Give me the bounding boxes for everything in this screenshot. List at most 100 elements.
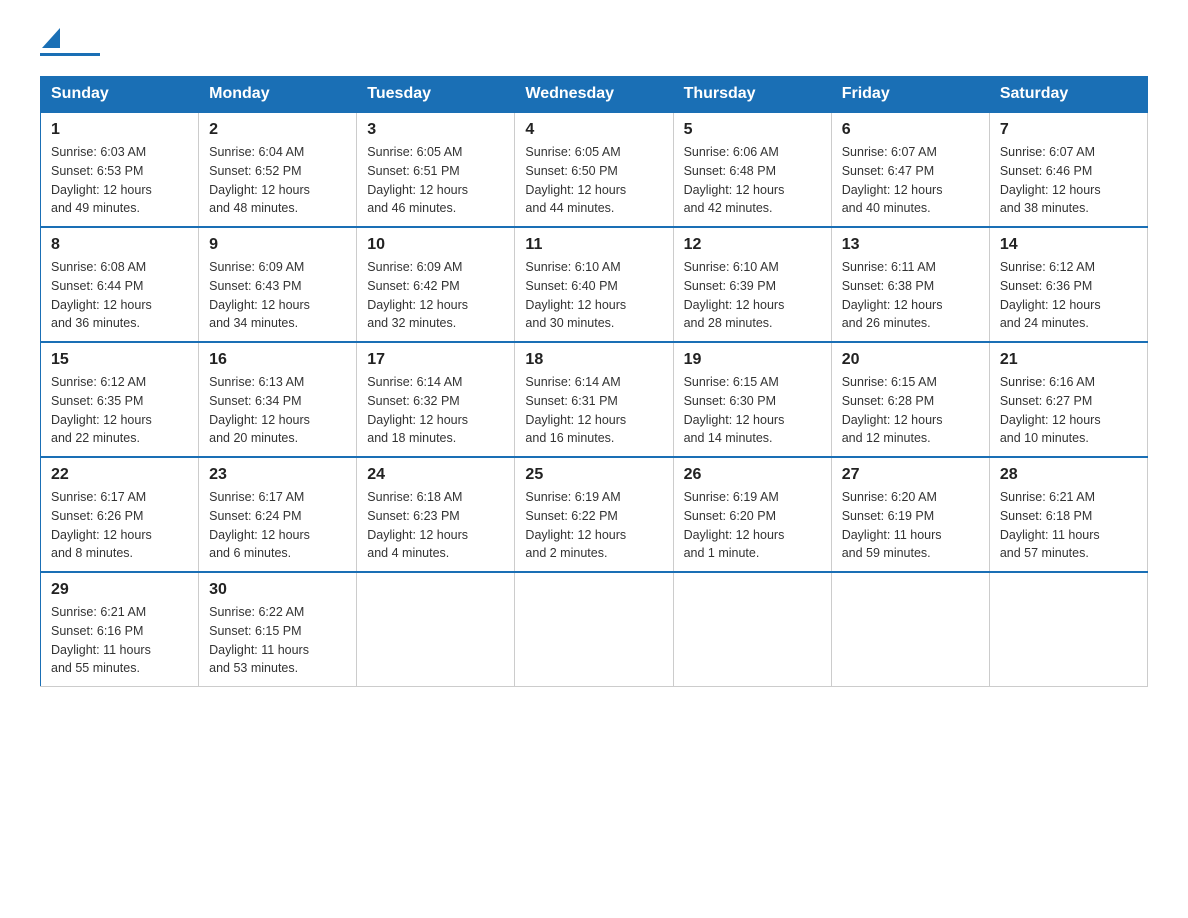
calendar-cell: 9Sunrise: 6:09 AM Sunset: 6:43 PM Daylig… <box>199 227 357 342</box>
day-number: 10 <box>367 236 504 254</box>
weekday-header-sunday: Sunday <box>41 77 199 113</box>
day-info: Sunrise: 6:22 AM Sunset: 6:15 PM Dayligh… <box>209 603 346 678</box>
day-info: Sunrise: 6:11 AM Sunset: 6:38 PM Dayligh… <box>842 258 979 333</box>
calendar-cell: 17 Sunrise: 6:14 AM Sunset: 6:32 PM Dayli… <box>357 342 515 457</box>
calendar-cell: 21 Sunrise: 6:16 AM Sunset: 6:27 PM Dayli… <box>989 342 1147 457</box>
day-info: Sunrise: 6:19 AM Sunset: 6:22 PM Dayligh… <box>525 488 662 563</box>
calendar-cell: 13Sunrise: 6:11 AM Sunset: 6:38 PM Dayli… <box>831 227 989 342</box>
calendar-cell: 23 Sunrise: 6:17 AM Sunset: 6:24 PM Dayli… <box>199 457 357 572</box>
day-info: Sunrise: 6:17 AM Sunset: 6:26 PM Dayligh… <box>51 488 188 563</box>
day-info: Sunrise: 6:09 AM Sunset: 6:42 PM Dayligh… <box>367 258 504 333</box>
day-number: 20 <box>842 351 979 369</box>
day-info: Sunrise: 6:21 AM Sunset: 6:16 PM Dayligh… <box>51 603 188 678</box>
day-info: Sunrise: 6:07 AM Sunset: 6:46 PM Dayligh… <box>1000 143 1137 218</box>
day-number: 24 <box>367 466 504 484</box>
day-number: 6 <box>842 121 979 139</box>
calendar-cell <box>673 572 831 687</box>
calendar-cell <box>357 572 515 687</box>
day-number: 15 <box>51 351 188 369</box>
weekday-header-monday: Monday <box>199 77 357 113</box>
day-number: 28 <box>1000 466 1137 484</box>
day-info: Sunrise: 6:19 AM Sunset: 6:20 PM Dayligh… <box>684 488 821 563</box>
calendar-cell: 25 Sunrise: 6:19 AM Sunset: 6:22 PM Dayli… <box>515 457 673 572</box>
weekday-header-saturday: Saturday <box>989 77 1147 113</box>
day-info: Sunrise: 6:13 AM Sunset: 6:34 PM Dayligh… <box>209 373 346 448</box>
day-number: 4 <box>525 121 662 139</box>
day-number: 17 <box>367 351 504 369</box>
day-info: Sunrise: 6:14 AM Sunset: 6:32 PM Dayligh… <box>367 373 504 448</box>
calendar-cell: 18 Sunrise: 6:14 AM Sunset: 6:31 PM Dayli… <box>515 342 673 457</box>
day-info: Sunrise: 6:16 AM Sunset: 6:27 PM Dayligh… <box>1000 373 1137 448</box>
calendar-cell <box>989 572 1147 687</box>
day-info: Sunrise: 6:06 AM Sunset: 6:48 PM Dayligh… <box>684 143 821 218</box>
day-number: 19 <box>684 351 821 369</box>
day-number: 22 <box>51 466 188 484</box>
calendar-cell: 1 Sunrise: 6:03 AM Sunset: 6:53 PM Daylig… <box>41 112 199 227</box>
day-number: 5 <box>684 121 821 139</box>
calendar-cell: 3 Sunrise: 6:05 AM Sunset: 6:51 PM Daylig… <box>357 112 515 227</box>
calendar-cell <box>831 572 989 687</box>
calendar-cell: 11 Sunrise: 6:10 AM Sunset: 6:40 PM Dayli… <box>515 227 673 342</box>
day-number: 18 <box>525 351 662 369</box>
day-info: Sunrise: 6:03 AM Sunset: 6:53 PM Dayligh… <box>51 143 188 218</box>
calendar-cell: 27 Sunrise: 6:20 AM Sunset: 6:19 PM Dayli… <box>831 457 989 572</box>
weekday-header-row: SundayMondayTuesdayWednesdayThursdayFrid… <box>41 77 1148 113</box>
day-info: Sunrise: 6:12 AM Sunset: 6:35 PM Dayligh… <box>51 373 188 448</box>
calendar-week-row: 1 Sunrise: 6:03 AM Sunset: 6:53 PM Daylig… <box>41 112 1148 227</box>
calendar-week-row: 29Sunrise: 6:21 AM Sunset: 6:16 PM Dayli… <box>41 572 1148 687</box>
day-number: 8 <box>51 236 188 254</box>
calendar-cell: 5 Sunrise: 6:06 AM Sunset: 6:48 PM Daylig… <box>673 112 831 227</box>
day-info: Sunrise: 6:17 AM Sunset: 6:24 PM Dayligh… <box>209 488 346 563</box>
calendar-cell: 8 Sunrise: 6:08 AM Sunset: 6:44 PM Daylig… <box>41 227 199 342</box>
weekday-header-tuesday: Tuesday <box>357 77 515 113</box>
calendar-cell: 6 Sunrise: 6:07 AM Sunset: 6:47 PM Daylig… <box>831 112 989 227</box>
day-info: Sunrise: 6:21 AM Sunset: 6:18 PM Dayligh… <box>1000 488 1137 563</box>
day-info: Sunrise: 6:18 AM Sunset: 6:23 PM Dayligh… <box>367 488 504 563</box>
calendar-week-row: 8 Sunrise: 6:08 AM Sunset: 6:44 PM Daylig… <box>41 227 1148 342</box>
day-number: 2 <box>209 121 346 139</box>
calendar-cell: 19 Sunrise: 6:15 AM Sunset: 6:30 PM Dayli… <box>673 342 831 457</box>
day-number: 30 <box>209 581 346 599</box>
calendar-cell: 7Sunrise: 6:07 AM Sunset: 6:46 PM Daylig… <box>989 112 1147 227</box>
day-number: 23 <box>209 466 346 484</box>
calendar-cell: 30 Sunrise: 6:22 AM Sunset: 6:15 PM Dayli… <box>199 572 357 687</box>
day-number: 14 <box>1000 236 1137 254</box>
calendar-cell <box>515 572 673 687</box>
day-number: 25 <box>525 466 662 484</box>
calendar-cell: 24 Sunrise: 6:18 AM Sunset: 6:23 PM Dayli… <box>357 457 515 572</box>
day-number: 27 <box>842 466 979 484</box>
day-info: Sunrise: 6:07 AM Sunset: 6:47 PM Dayligh… <box>842 143 979 218</box>
day-info: Sunrise: 6:09 AM Sunset: 6:43 PM Dayligh… <box>209 258 346 333</box>
logo <box>40 30 104 56</box>
day-number: 26 <box>684 466 821 484</box>
day-info: Sunrise: 6:05 AM Sunset: 6:50 PM Dayligh… <box>525 143 662 218</box>
calendar-week-row: 15 Sunrise: 6:12 AM Sunset: 6:35 PM Dayli… <box>41 342 1148 457</box>
day-number: 11 <box>525 236 662 254</box>
day-info: Sunrise: 6:10 AM Sunset: 6:39 PM Dayligh… <box>684 258 821 333</box>
day-number: 1 <box>51 121 188 139</box>
day-number: 12 <box>684 236 821 254</box>
calendar-table: SundayMondayTuesdayWednesdayThursdayFrid… <box>40 76 1148 687</box>
day-info: Sunrise: 6:15 AM Sunset: 6:28 PM Dayligh… <box>842 373 979 448</box>
day-number: 21 <box>1000 351 1137 369</box>
day-info: Sunrise: 6:04 AM Sunset: 6:52 PM Dayligh… <box>209 143 346 218</box>
day-number: 3 <box>367 121 504 139</box>
calendar-cell: 10 Sunrise: 6:09 AM Sunset: 6:42 PM Dayli… <box>357 227 515 342</box>
logo-triangle-icon <box>42 28 60 48</box>
page-header <box>40 30 1148 56</box>
calendar-cell: 28 Sunrise: 6:21 AM Sunset: 6:18 PM Dayli… <box>989 457 1147 572</box>
calendar-cell: 14 Sunrise: 6:12 AM Sunset: 6:36 PM Dayli… <box>989 227 1147 342</box>
day-info: Sunrise: 6:08 AM Sunset: 6:44 PM Dayligh… <box>51 258 188 333</box>
day-info: Sunrise: 6:20 AM Sunset: 6:19 PM Dayligh… <box>842 488 979 563</box>
calendar-cell: 4 Sunrise: 6:05 AM Sunset: 6:50 PM Daylig… <box>515 112 673 227</box>
day-info: Sunrise: 6:12 AM Sunset: 6:36 PM Dayligh… <box>1000 258 1137 333</box>
calendar-cell: 22 Sunrise: 6:17 AM Sunset: 6:26 PM Dayli… <box>41 457 199 572</box>
weekday-header-wednesday: Wednesday <box>515 77 673 113</box>
day-info: Sunrise: 6:14 AM Sunset: 6:31 PM Dayligh… <box>525 373 662 448</box>
day-number: 16 <box>209 351 346 369</box>
day-info: Sunrise: 6:05 AM Sunset: 6:51 PM Dayligh… <box>367 143 504 218</box>
day-info: Sunrise: 6:10 AM Sunset: 6:40 PM Dayligh… <box>525 258 662 333</box>
day-info: Sunrise: 6:15 AM Sunset: 6:30 PM Dayligh… <box>684 373 821 448</box>
calendar-cell: 2 Sunrise: 6:04 AM Sunset: 6:52 PM Daylig… <box>199 112 357 227</box>
calendar-cell: 20 Sunrise: 6:15 AM Sunset: 6:28 PM Dayli… <box>831 342 989 457</box>
